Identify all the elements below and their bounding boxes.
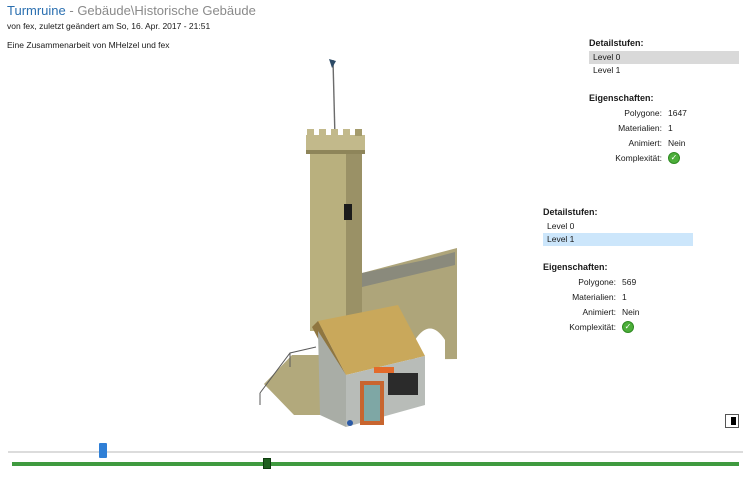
prop-complexity: Komplexität: ✓ — [589, 151, 739, 166]
author-byline: von fex, zuletzt geändert am So, 16. Apr… — [7, 21, 211, 31]
properties-heading: Eigenschaften: — [543, 262, 608, 272]
level-item-1[interactable]: Level 1 — [589, 64, 739, 77]
flag-pole — [332, 59, 336, 139]
lod-panel-1: Detailstufen: Level 0 Level 1 Eigenschaf… — [589, 38, 739, 166]
check-circle-icon: ✓ — [668, 151, 680, 164]
page-title: Turmruine - Gebäude\Historische Gebäude — [7, 3, 256, 18]
prop-polygons: Polygone: 1647 — [624, 108, 687, 118]
view-slider-track[interactable] — [8, 451, 743, 453]
lod-panel-2: Detailstufen: Level 0 Level 1 Eigenschaf… — [543, 207, 693, 335]
view-slider-thumb[interactable] — [99, 443, 107, 458]
level-item-1[interactable]: Level 1 — [543, 233, 693, 246]
tower-battlement — [306, 135, 365, 150]
half-square-icon — [731, 417, 736, 425]
prop-complexity: Komplexität: ✓ — [543, 320, 693, 335]
shop-sign — [374, 367, 394, 373]
time-slider-track[interactable] — [12, 462, 739, 466]
level-item-0[interactable]: Level 0 — [589, 51, 739, 64]
detail-levels-heading: Detailstufen: — [589, 38, 644, 48]
flag — [329, 59, 336, 68]
model-category-path: - Gebäude\Historische Gebäude — [65, 3, 256, 18]
prop-materials: Materialien: 1 — [572, 292, 627, 302]
model-name: Turmruine — [7, 3, 66, 18]
mailbox — [347, 420, 353, 426]
prop-animated: Animiert: Nein — [582, 307, 640, 317]
staircase — [264, 355, 320, 415]
check-circle-icon: ✓ — [622, 320, 634, 333]
prop-materials: Materialien: 1 — [618, 123, 673, 133]
time-slider-thumb[interactable] — [263, 458, 271, 469]
level-item-0[interactable]: Level 0 — [543, 220, 693, 233]
collaboration-note: Eine Zusammenarbeit von MHelzel und fex — [7, 40, 170, 50]
prop-polygons: Polygone: 569 — [578, 277, 637, 287]
house-windows — [388, 373, 418, 395]
background-toggle-button[interactable] — [725, 414, 739, 428]
model-preview-viewport[interactable] — [250, 55, 475, 440]
properties-heading: Eigenschaften: — [589, 93, 654, 103]
tower-window — [344, 204, 352, 220]
detail-levels-heading: Detailstufen: — [543, 207, 598, 217]
prop-animated: Animiert: Nein — [628, 138, 686, 148]
